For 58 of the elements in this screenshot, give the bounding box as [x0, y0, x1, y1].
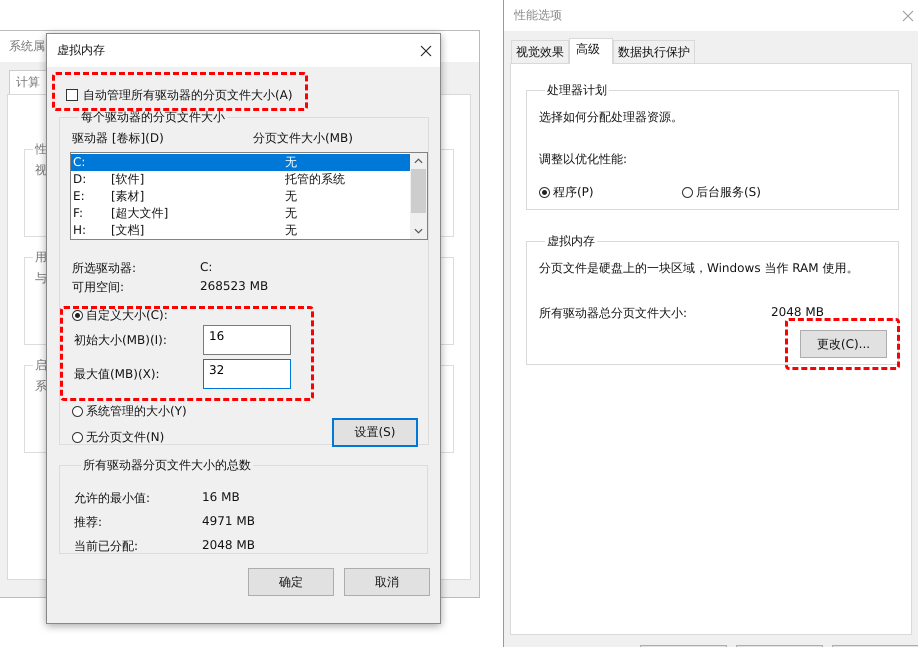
info-label: 所选驱动器: — [71, 260, 138, 277]
total-value: 2048 MB — [771, 305, 824, 321]
total-label: 推荐: — [73, 514, 104, 531]
tab[interactable]: 视觉效果 — [511, 40, 569, 63]
total-value: 4971 MB — [202, 514, 255, 530]
total-label: 所有驱动器总分页文件大小: — [539, 305, 688, 322]
radio-option[interactable]: 程序(P) — [539, 184, 682, 201]
total-value: 2048 MB — [202, 538, 255, 554]
drive-row[interactable]: H: [文档] 无 — [71, 222, 410, 239]
tab[interactable]: 高级 — [569, 38, 613, 64]
group-title: 性 — [34, 141, 48, 158]
group-title: 虚拟内存 — [546, 233, 596, 250]
group-text: 与 — [34, 270, 47, 287]
info-value: 268523 MB — [200, 279, 268, 295]
column-header: 驱动器 [卷标](D) — [71, 130, 165, 147]
drive-row[interactable]: E: [素材] 无 — [71, 188, 410, 205]
window-title: 系统属 — [9, 38, 45, 55]
radio-option[interactable]: 无分页文件(N) — [70, 427, 164, 447]
drive-row[interactable]: C: 无 — [71, 154, 410, 171]
prompt-text: 调整以优化性能: — [539, 151, 628, 168]
tab[interactable]: 计算 — [9, 70, 47, 94]
checkbox-option[interactable]: 自动管理所有驱动器的分页文件大小(A) — [66, 87, 428, 103]
close-icon[interactable] — [420, 45, 432, 57]
group-title: 用 — [34, 249, 48, 266]
radio-option[interactable]: 自定义大小(C): — [70, 307, 168, 323]
column-header: 分页文件大小(MB) — [253, 130, 353, 147]
set-button[interactable]: 设置(S) — [332, 418, 418, 447]
dialog-button[interactable]: 确定 — [248, 568, 334, 596]
scrollbar-thumb[interactable] — [411, 169, 426, 213]
radio-option[interactable]: 系统管理的大小(Y) — [70, 401, 187, 421]
description-text: 选择如何分配处理器资源。 — [539, 109, 684, 126]
scroll-down-icon[interactable] — [414, 227, 423, 235]
size-input[interactable]: 16 — [203, 325, 291, 355]
group-text: 系 — [34, 378, 47, 395]
scrollbar[interactable] — [410, 153, 427, 239]
group-title: 启 — [34, 357, 48, 374]
group-text: 视 — [34, 162, 47, 179]
total-label: 当前已分配: — [73, 538, 140, 555]
group-title: 每个驱动器的分页文件大小 — [80, 109, 226, 126]
drive-row[interactable]: F: [超大文件] 无 — [71, 205, 410, 222]
info-label: 可用空间: — [71, 279, 126, 296]
info-value: C: — [200, 260, 212, 276]
dialog-button[interactable]: 取消 — [344, 568, 430, 596]
scroll-up-icon[interactable] — [414, 157, 423, 165]
description-text: 分页文件是硬盘上的一块区域，Windows 当作 RAM 使用。 — [539, 260, 860, 277]
total-label: 允许的最小值: — [73, 490, 152, 507]
drive-row[interactable]: D: [软件] 托管的系统 — [71, 171, 410, 188]
radio-option[interactable]: 后台服务(S) — [682, 184, 825, 201]
group-title: 所有驱动器分页文件大小的总数 — [82, 457, 252, 474]
total-value: 16 MB — [202, 490, 240, 506]
window-title: 性能选项 — [514, 7, 562, 24]
change-button[interactable]: 更改(C)... — [800, 330, 887, 358]
field-label: 初始大小(MB)(I): — [73, 332, 168, 348]
group-title: 处理器计划 — [546, 82, 608, 99]
window-title: 虚拟内存 — [57, 42, 105, 59]
tab[interactable]: 数据执行保护 — [613, 40, 695, 63]
field-label: 最大值(MB)(X): — [73, 366, 161, 382]
size-input[interactable]: 32 — [203, 359, 291, 389]
